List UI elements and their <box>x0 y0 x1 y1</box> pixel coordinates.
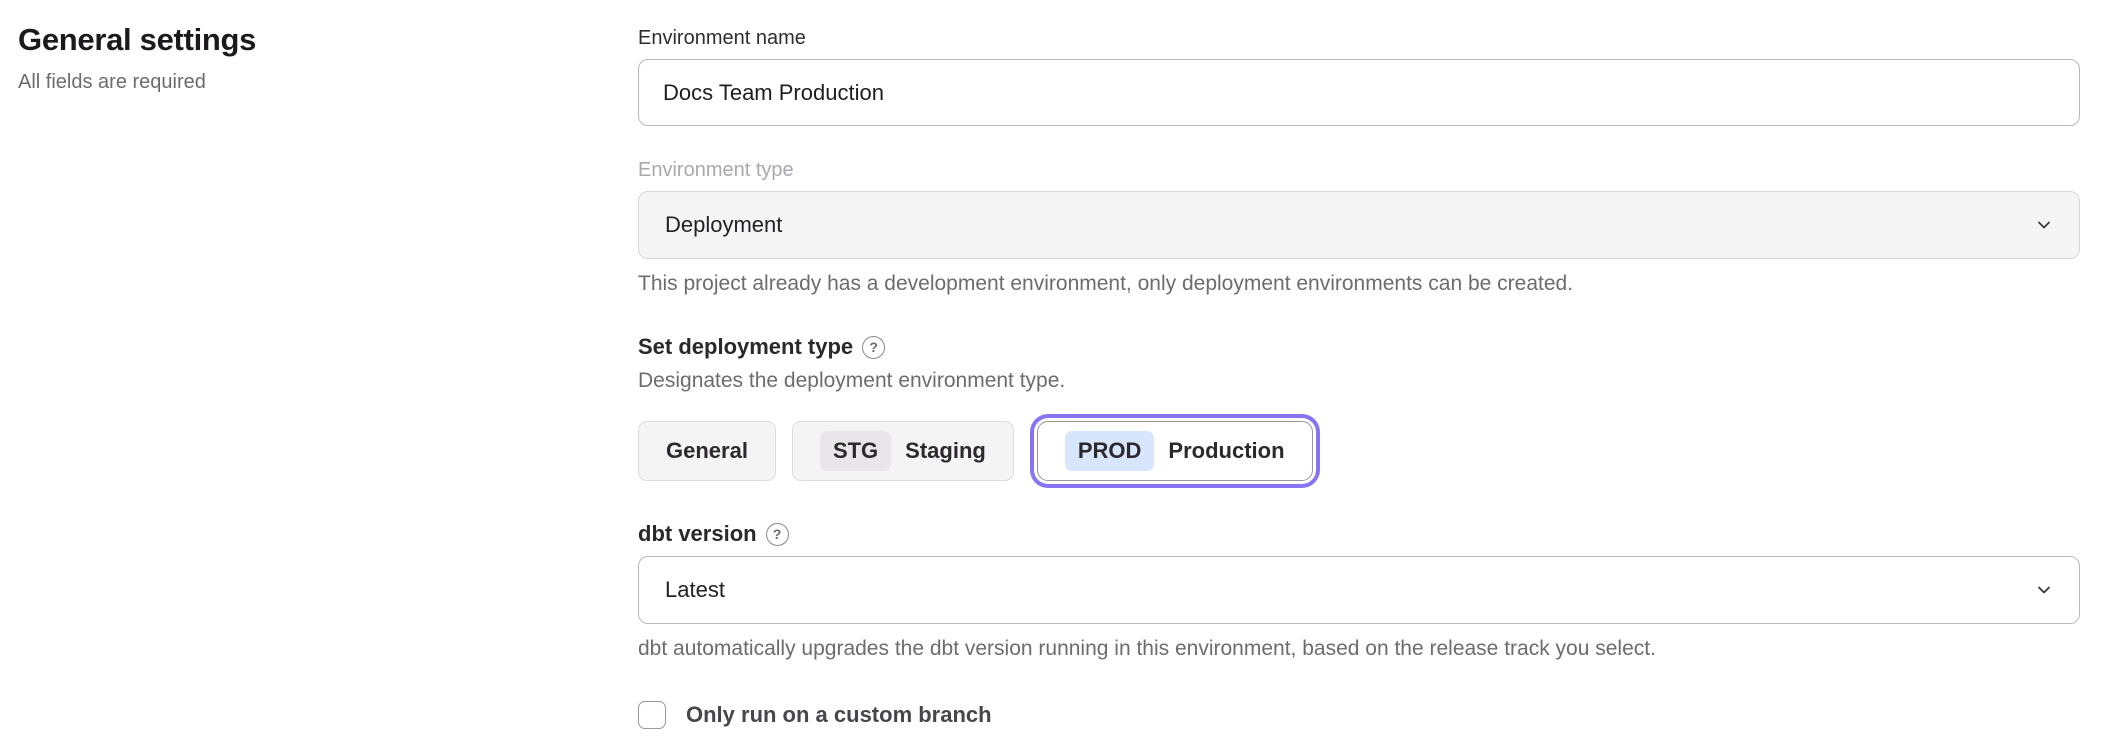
deployment-type-general-button[interactable]: General <box>638 421 776 481</box>
help-icon[interactable]: ? <box>766 523 789 546</box>
environment-type-select[interactable]: Deployment <box>638 191 2080 259</box>
page-subtitle: All fields are required <box>18 70 578 94</box>
deployment-type-options: General STG Staging PROD Production <box>638 414 2080 488</box>
staging-badge: STG <box>820 431 891 471</box>
dbt-version-select[interactable]: Latest <box>638 556 2080 624</box>
deployment-type-label: Set deployment type ? <box>638 334 2080 360</box>
deployment-type-label-text: Set deployment type <box>638 334 853 360</box>
deployment-type-general-label: General <box>666 438 748 464</box>
environment-type-value: Deployment <box>665 212 782 238</box>
environment-type-label: Environment type <box>638 158 2080 182</box>
dbt-version-label: dbt version ? <box>638 521 2080 547</box>
chevron-down-icon <box>2035 581 2053 599</box>
production-badge: PROD <box>1065 431 1155 471</box>
environment-name-label: Environment name <box>638 26 2080 50</box>
general-settings-form: Environment name Environment type Deploy… <box>638 26 2080 729</box>
page-title: General settings <box>18 20 578 60</box>
chevron-down-icon <box>2035 216 2053 234</box>
environment-name-input[interactable] <box>638 59 2080 126</box>
custom-branch-checkbox[interactable] <box>638 701 666 729</box>
deployment-type-staging-label: Staging <box>905 438 986 464</box>
deployment-type-production-label: Production <box>1168 438 1284 464</box>
deployment-type-production-button[interactable]: PROD Production <box>1037 421 1313 481</box>
dbt-version-value: Latest <box>665 577 725 603</box>
dbt-version-label-text: dbt version <box>638 521 757 547</box>
settings-header: General settings All fields are required <box>18 20 578 94</box>
environment-type-helper: This project already has a development e… <box>638 272 2080 296</box>
custom-branch-row: Only run on a custom branch <box>638 701 2080 729</box>
custom-branch-label: Only run on a custom branch <box>686 701 992 729</box>
dbt-version-helper: dbt automatically upgrades the dbt versi… <box>638 637 2080 661</box>
deployment-type-description: Designates the deployment environment ty… <box>638 369 2080 393</box>
deployment-type-staging-button[interactable]: STG Staging <box>792 421 1014 481</box>
help-icon[interactable]: ? <box>862 336 885 359</box>
